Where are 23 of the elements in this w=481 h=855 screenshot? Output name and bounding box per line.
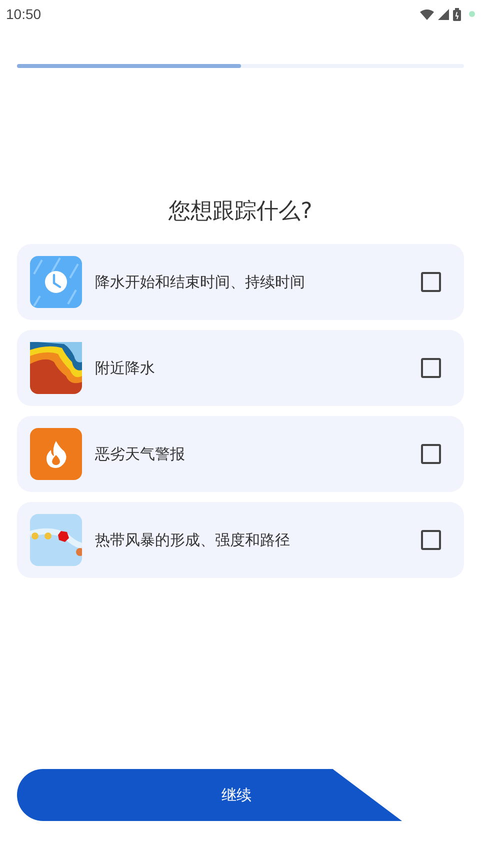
radar-map-icon: [30, 342, 82, 394]
option-card[interactable]: 恶劣天气警报: [17, 416, 464, 492]
option-card[interactable]: 热带风暴的形成、强度和路径: [17, 502, 464, 578]
checkbox[interactable]: [421, 358, 441, 378]
notification-dot: [469, 11, 475, 17]
flame-icon: [30, 428, 82, 480]
option-card[interactable]: 降水开始和结束时间、持续时间: [17, 244, 464, 320]
wifi-icon: [420, 8, 434, 20]
option-label: 热带风暴的形成、强度和路径: [95, 530, 291, 550]
option-label: 恶劣天气警报: [95, 444, 186, 464]
continue-button[interactable]: 继续: [17, 769, 402, 821]
option-label: 附近降水: [95, 358, 156, 378]
battery-icon: [453, 8, 461, 20]
option-card[interactable]: 附近降水: [17, 330, 464, 406]
clock-rain-icon: [30, 256, 82, 308]
status-time: 10:50: [6, 6, 42, 22]
page-title: 您想跟踪什么?: [168, 198, 314, 226]
checkbox[interactable]: [421, 444, 441, 464]
checkbox[interactable]: [421, 272, 441, 292]
option-label: 降水开始和结束时间、持续时间: [95, 272, 306, 292]
checkbox[interactable]: [421, 530, 441, 550]
signal-icon: [438, 8, 449, 20]
storm-track-icon: [30, 514, 82, 566]
